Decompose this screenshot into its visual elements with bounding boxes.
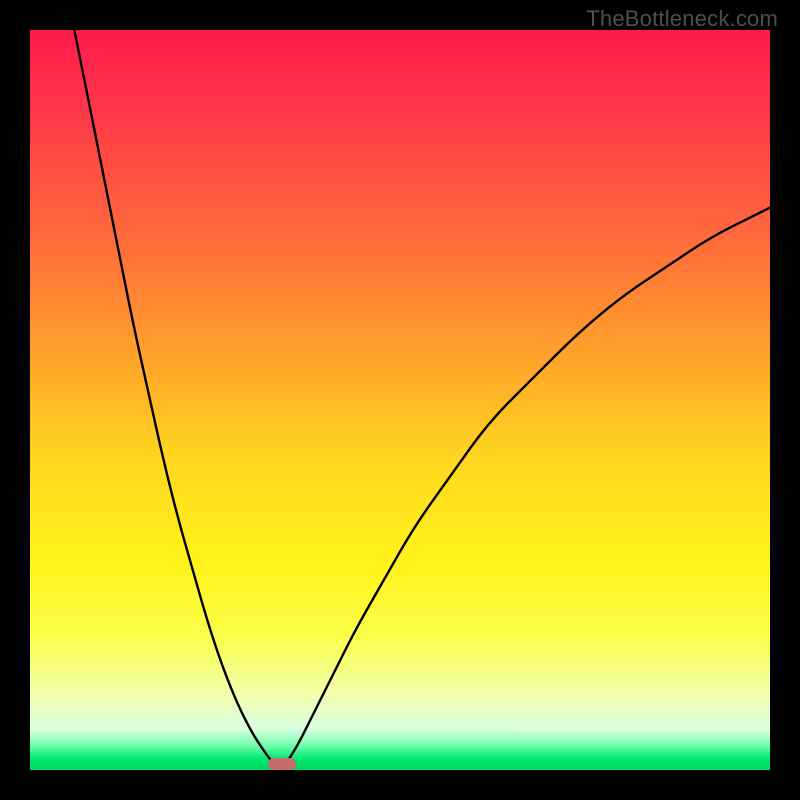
optimal-marker xyxy=(268,758,296,770)
bottleneck-curve xyxy=(30,30,770,770)
plot-area xyxy=(30,30,770,770)
curve-right-branch xyxy=(282,208,770,770)
curve-left-branch xyxy=(74,30,281,770)
chart-frame: TheBottleneck.com xyxy=(0,0,800,800)
watermark-text: TheBottleneck.com xyxy=(586,6,778,32)
